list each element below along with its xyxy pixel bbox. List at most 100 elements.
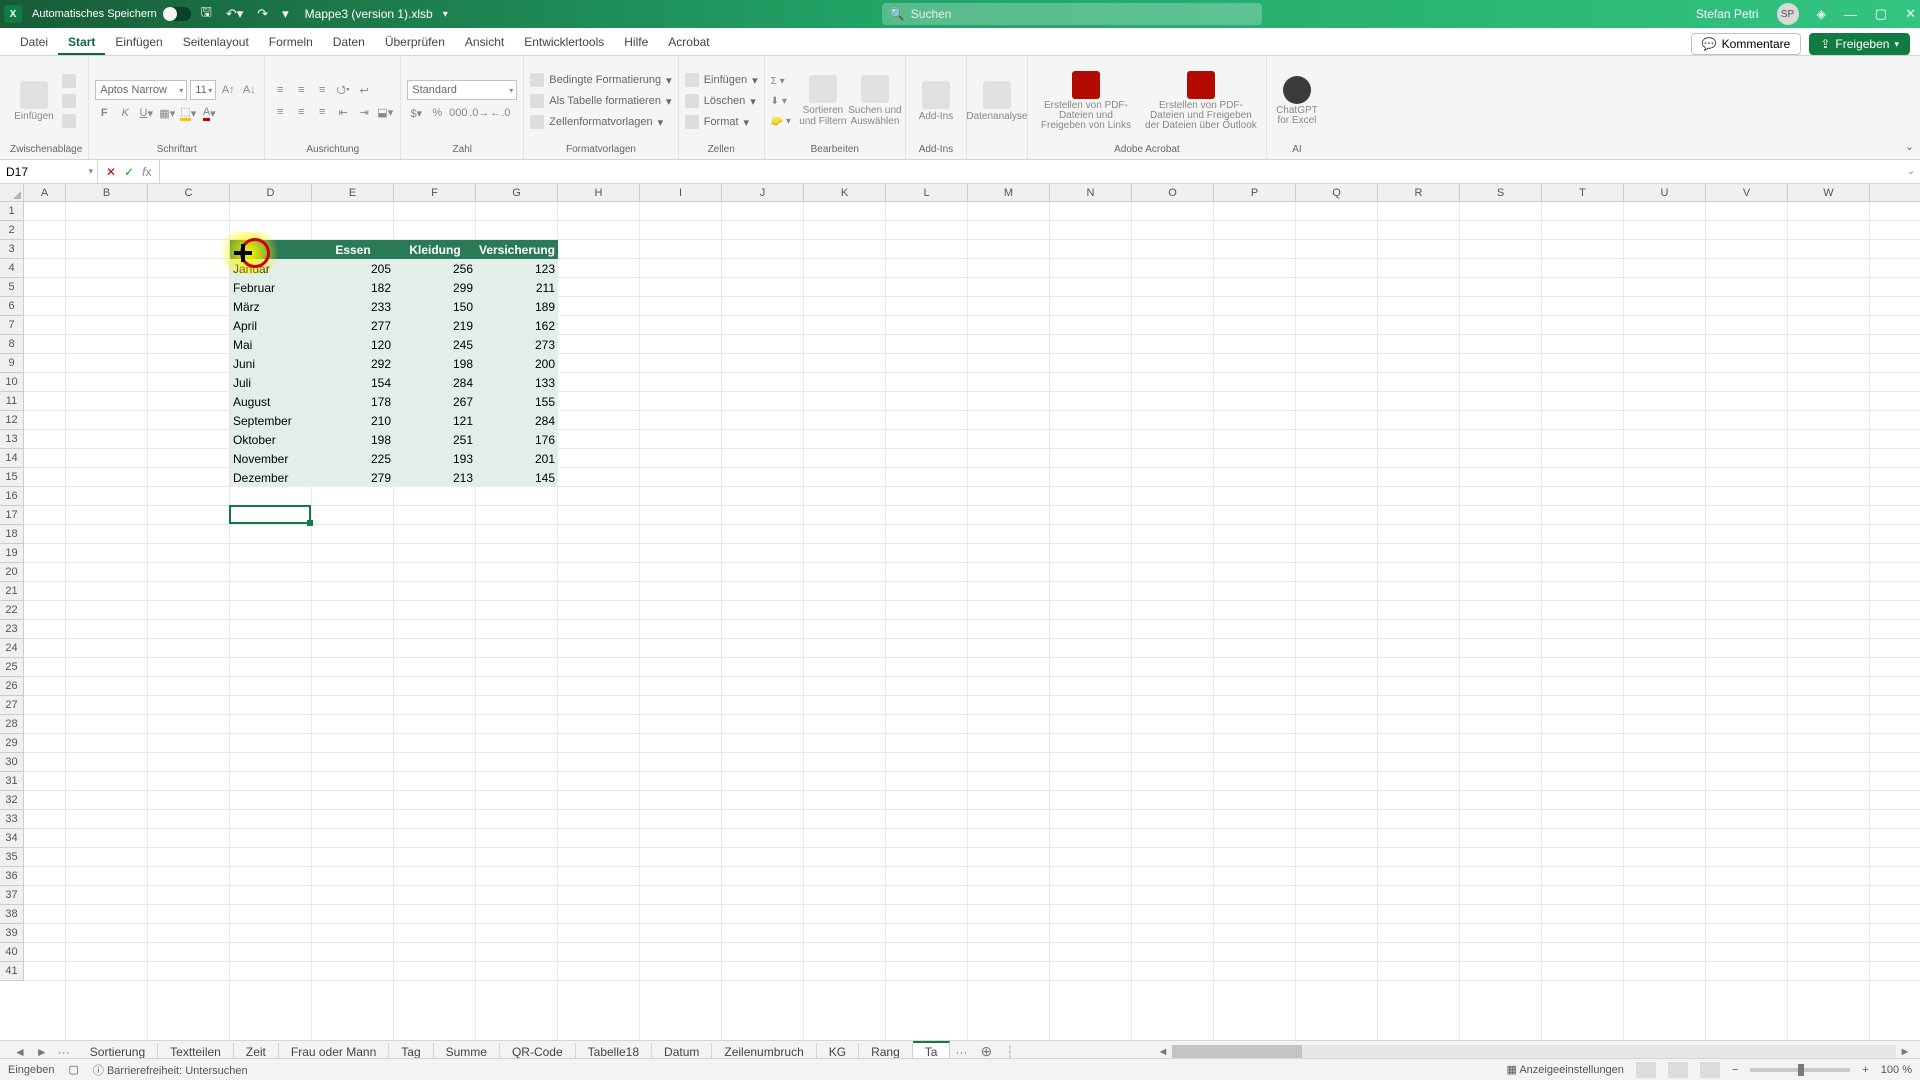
column-header-C[interactable]: C [148,184,230,201]
table-row-label[interactable]: März [230,297,312,316]
table-cell[interactable]: 200 [476,354,558,373]
align-middle-button[interactable]: ≡ [292,81,310,99]
addins-button[interactable]: Add-Ins [912,65,960,137]
row-header-10[interactable]: 10 [0,373,23,392]
row-header-3[interactable]: 3 [0,240,23,259]
row-header-30[interactable]: 30 [0,753,23,772]
zoom-in-button[interactable]: + [1862,1064,1868,1076]
align-left-button[interactable]: ≡ [271,103,289,121]
zoom-out-button[interactable]: − [1732,1064,1738,1076]
table-cell[interactable]: 211 [476,278,558,297]
italic-button[interactable]: K [116,104,134,122]
increase-font-button[interactable]: A↑ [219,81,237,99]
row-header-11[interactable]: 11 [0,392,23,411]
row-header-7[interactable]: 7 [0,316,23,335]
worksheet-grid[interactable]: ABCDEFGHIJKLMNOPQRSTUVW 1234567891011121… [0,184,1920,1044]
table-cell[interactable]: 245 [394,335,476,354]
table-header[interactable]: Versicherung [476,240,558,259]
table-cell[interactable]: 210 [312,411,394,430]
share-button[interactable]: ⇪ Freigeben ▾ [1809,33,1910,55]
row-header-19[interactable]: 19 [0,544,23,563]
title-dropdown-icon[interactable]: ▾ [443,9,448,20]
increase-decimal-button[interactable]: .0→ [470,104,488,122]
conditional-formatting-button[interactable]: Bedingte Formatierung ▾ [530,71,671,89]
row-header-1[interactable]: 1 [0,202,23,221]
table-cell[interactable]: 189 [476,297,558,316]
paste-button[interactable]: Einfügen [10,65,58,137]
column-header-E[interactable]: E [312,184,394,201]
row-header-9[interactable]: 9 [0,354,23,373]
table-cell[interactable]: 273 [476,335,558,354]
table-cell[interactable]: 154 [312,373,394,392]
column-header-N[interactable]: N [1050,184,1132,201]
save-icon[interactable]: 🖫 [201,3,212,25]
chatgpt-button[interactable]: ChatGPT for Excel [1273,65,1321,137]
table-cell[interactable]: 284 [394,373,476,392]
cell-styles-button[interactable]: Zellenformatvorlagen ▾ [530,113,671,131]
align-bottom-button[interactable]: ≡ [313,81,331,99]
expand-formula-bar-button[interactable]: ⌄ [1902,160,1920,183]
table-cell[interactable]: 251 [394,430,476,449]
horizontal-scrollbar[interactable]: ◄ ► [1154,1045,1914,1059]
autosave-toggle[interactable] [163,7,191,21]
display-settings-button[interactable]: ▦ Anzeigeeinstellungen [1506,1063,1623,1076]
copy-button[interactable] [62,93,76,109]
table-row-label[interactable]: Januar [230,259,312,278]
number-format-combo[interactable]: Standard [407,80,517,100]
table-cell[interactable]: 120 [312,335,394,354]
delete-cells-button[interactable]: Löschen ▾ [685,92,758,110]
search-box[interactable]: 🔍 Suchen [882,3,1262,25]
comments-button[interactable]: 💬 Kommentare [1691,33,1802,55]
sheet-overflow[interactable]: ··· [950,1045,972,1059]
column-header-L[interactable]: L [886,184,968,201]
table-row-label[interactable]: Juni [230,354,312,373]
ribbon-tab-datei[interactable]: Datei [10,30,58,55]
table-cell[interactable]: 198 [394,354,476,373]
restore-button[interactable]: ▢ [1875,6,1887,22]
row-header-2[interactable]: 2 [0,221,23,240]
column-header-T[interactable]: T [1542,184,1624,201]
row-header-29[interactable]: 29 [0,734,23,753]
font-color-button[interactable]: A▾ [200,104,218,122]
page-layout-view-button[interactable] [1668,1062,1688,1078]
table-row-label[interactable]: November [230,449,312,468]
close-button[interactable]: ✕ [1905,6,1916,22]
row-header-12[interactable]: 12 [0,411,23,430]
table-cell[interactable]: 182 [312,278,394,297]
row-header-24[interactable]: 24 [0,639,23,658]
undo-icon[interactable]: ↶▾ [226,6,243,22]
table-header[interactable] [230,240,312,259]
column-header-J[interactable]: J [722,184,804,201]
table-cell[interactable]: 256 [394,259,476,278]
align-top-button[interactable]: ≡ [271,81,289,99]
row-header-34[interactable]: 34 [0,829,23,848]
row-header-36[interactable]: 36 [0,867,23,886]
column-header-G[interactable]: G [476,184,558,201]
formula-input[interactable] [160,160,1902,183]
column-header-K[interactable]: K [804,184,886,201]
ribbon-tab-daten[interactable]: Daten [323,30,375,55]
table-cell[interactable]: 233 [312,297,394,316]
comma-format-button[interactable]: 000 [449,104,467,122]
row-header-22[interactable]: 22 [0,601,23,620]
page-break-view-button[interactable] [1700,1062,1720,1078]
table-cell[interactable]: 121 [394,411,476,430]
column-header-V[interactable]: V [1706,184,1788,201]
data-analysis-button[interactable]: Datenanalyse [973,65,1021,137]
row-header-13[interactable]: 13 [0,430,23,449]
row-header-26[interactable]: 26 [0,677,23,696]
table-cell[interactable]: 133 [476,373,558,392]
row-header-23[interactable]: 23 [0,620,23,639]
ribbon-tab-formeln[interactable]: Formeln [259,30,323,55]
row-header-37[interactable]: 37 [0,886,23,905]
table-row-label[interactable]: April [230,316,312,335]
wrap-text-button[interactable]: ↩ [355,81,373,99]
column-header-O[interactable]: O [1132,184,1214,201]
accounting-format-button[interactable]: $▾ [407,104,425,122]
format-painter-button[interactable] [62,113,76,129]
font-size-combo[interactable]: 11 [190,80,216,100]
row-header-6[interactable]: 6 [0,297,23,316]
orientation-button[interactable]: ⭯▾ [334,81,352,99]
row-header-40[interactable]: 40 [0,943,23,962]
column-header-U[interactable]: U [1624,184,1706,201]
